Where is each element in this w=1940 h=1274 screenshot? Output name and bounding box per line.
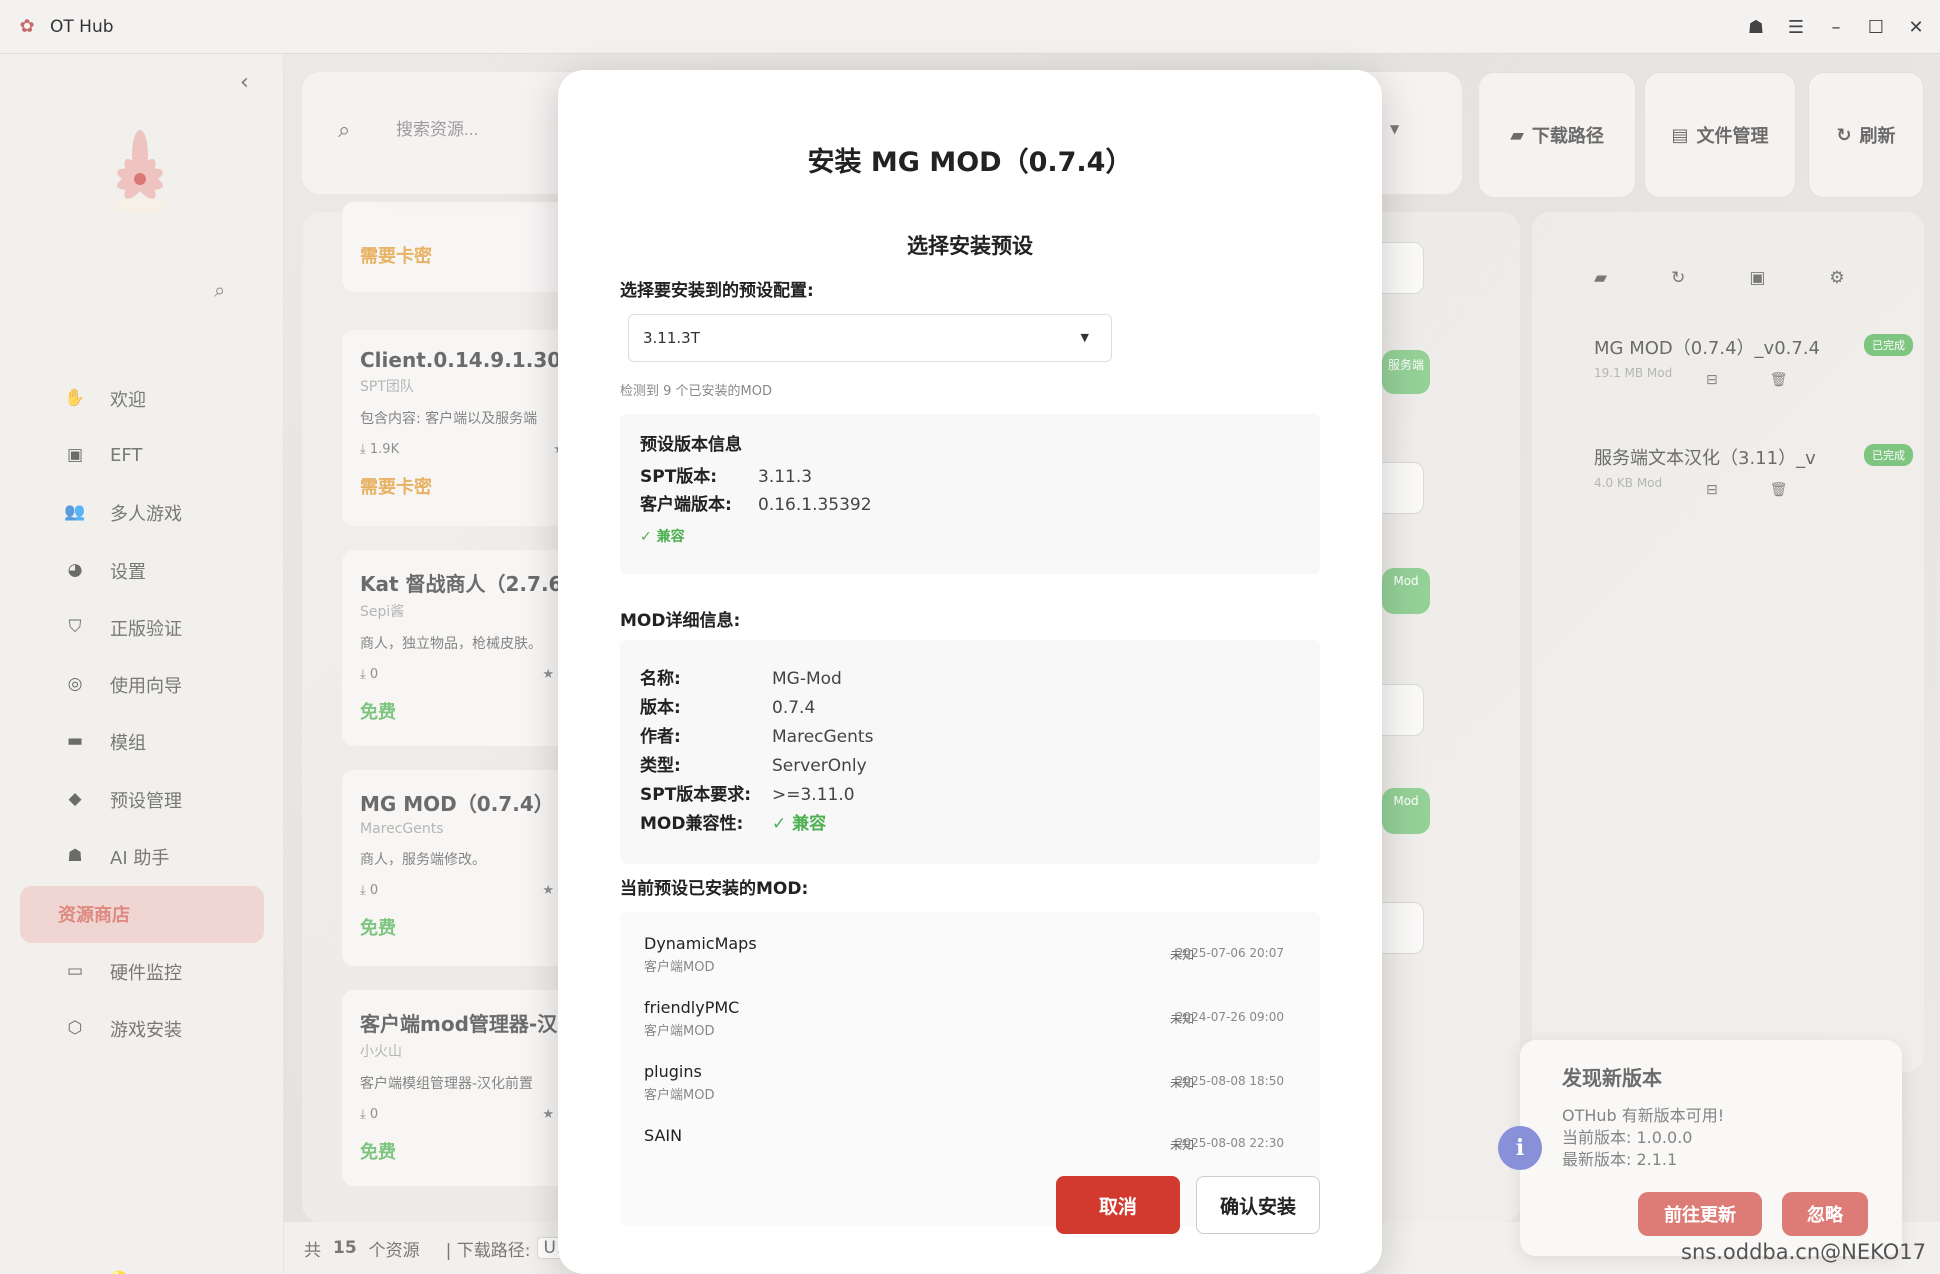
app-logo-icon: ✿ [19, 15, 35, 37]
title-bar: ✿ OT Hub ☗ ☰ – ☐ ✕ [0, 0, 1940, 54]
mod-name-row: 名称: MG-Mod [640, 669, 842, 689]
list-item: plugins 客户端MOD 未知 2025-08-08 18:50 [644, 1062, 1284, 1103]
list-item: friendlyPMC 客户端MOD 未知 2024-07-26 09:00 [644, 998, 1284, 1039]
client-version-row: 客户端版本: 0.16.1.35392 [640, 495, 872, 515]
mod-version-row: 版本: 0.7.4 [640, 698, 816, 718]
preset-select-value: 3.11.3T [643, 329, 700, 347]
compat-badge: ✓ 兼容 [640, 529, 685, 545]
mod-details-label: MOD详细信息: [620, 611, 741, 631]
app-title: OT Hub [50, 16, 114, 37]
robot-icon[interactable]: ☗ [1746, 17, 1766, 38]
list-item: DynamicMaps 客户端MOD 未知 2025-07-06 20:07 [644, 934, 1284, 975]
mod-type-row: 类型: ServerOnly [640, 756, 867, 776]
list-icon[interactable]: ☰ [1786, 17, 1806, 38]
install-dialog: 安装 MG MOD（0.7.4） 选择安装预设 选择要安装到的预设配置: 3.1… [558, 70, 1382, 1274]
chevron-down-icon: ▼ [1080, 331, 1089, 344]
mod-spt-req-row: SPT版本要求: >=3.11.0 [640, 785, 855, 805]
cancel-button[interactable]: 取消 [1056, 1176, 1180, 1234]
spt-version-row: SPT版本: 3.11.3 [640, 467, 813, 487]
preset-label: 选择要安装到的预设配置: [620, 281, 814, 301]
list-item: SAIN 未知 2025-08-08 22:30 [644, 1126, 1284, 1152]
window-controls: ☗ ☰ – ☐ ✕ [1746, 0, 1926, 54]
installed-mods-label: 当前预设已安装的MOD: [620, 879, 809, 899]
mod-author-row: 作者: MarecGents [640, 727, 874, 747]
preset-select[interactable]: 3.11.3T ▼ [628, 314, 1112, 362]
maximize-icon[interactable]: ☐ [1866, 17, 1886, 38]
close-icon[interactable]: ✕ [1906, 17, 1926, 38]
confirm-install-button[interactable]: 确认安装 [1196, 1176, 1320, 1234]
dialog-title: 安装 MG MOD（0.7.4） [807, 147, 1133, 178]
installed-count-text: 检测到 9 个已安装的MOD [620, 384, 772, 399]
mod-compat-row: MOD兼容性: ✓ 兼容 [640, 814, 827, 834]
preset-info-box: 预设版本信息 SPT版本: 3.11.3 客户端版本: 0.16.1.35392 ✓… [620, 414, 1320, 574]
minimize-icon[interactable]: – [1826, 17, 1846, 38]
mod-details-box: 名称: MG-Mod 版本: 0.7.4 作者: MarecGents 类型: Serv… [620, 640, 1320, 864]
preset-info-heading: 预设版本信息 [640, 435, 742, 455]
dialog-subtitle: 选择安装预设 [907, 234, 1033, 258]
